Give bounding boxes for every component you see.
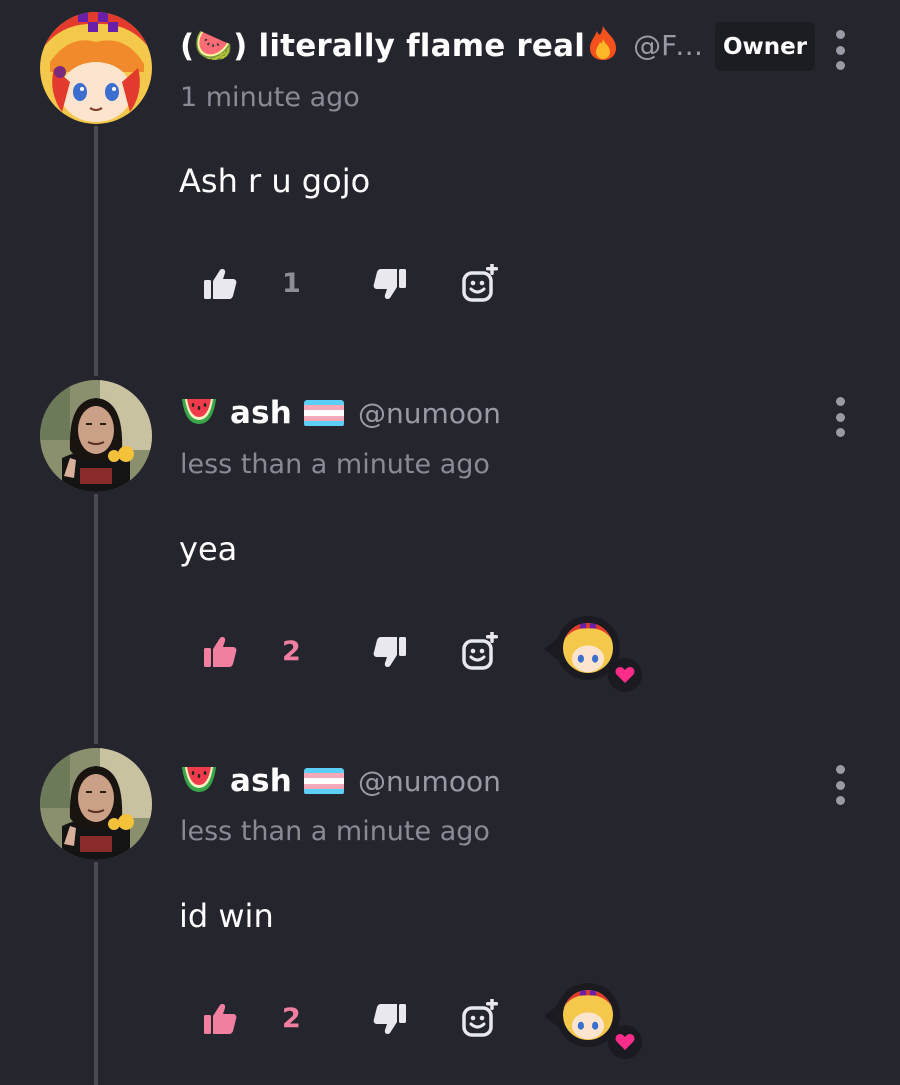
add-reaction-button[interactable] [458,630,502,674]
like-count: 2 [282,636,301,667]
comment-timestamp: less than a minute ago [180,449,490,480]
like-button[interactable] [200,262,240,306]
thumbs-up-icon [204,269,237,299]
owner-heart-reaction[interactable] [544,616,642,692]
author-name[interactable]: ash [230,763,292,799]
add-reaction-button[interactable] [458,262,502,306]
thumbs-up-icon [204,637,237,667]
add-emoji-icon [462,264,498,302]
photo-avatar-icon [40,748,152,860]
comment-thread: (🍉) literally flame real @Fre… Owner 1 m… [0,0,900,1085]
like-button[interactable] [200,630,240,674]
fire-icon [587,25,619,65]
comment-text: id win [179,897,274,935]
comment-header: (🍉) literally flame real @Fre… [180,20,705,70]
comment-text: yea [179,530,238,568]
owner-heart-reaction[interactable] [544,983,642,1059]
author-handle[interactable]: @numoon [358,397,501,430]
avatar[interactable] [40,12,152,124]
thread-line [94,126,98,376]
watermelon-icon [180,764,218,798]
trans-flag-icon [304,399,345,427]
comment-header: ash @numoon [180,756,780,806]
add-emoji-icon [462,999,498,1037]
avatar[interactable] [40,748,152,860]
dislike-button[interactable] [370,262,410,306]
comment-text: Ash r u gojo [179,162,371,200]
photo-avatar-icon [40,380,152,492]
anime-avatar-icon [40,12,152,124]
dislike-button[interactable] [370,630,410,674]
thumbs-down-icon [373,1004,406,1034]
author-handle[interactable]: @numoon [358,765,501,798]
watermelon-icon [180,396,218,430]
owner-badge: Owner [715,22,815,71]
comment-timestamp: 1 minute ago [180,82,360,113]
add-emoji-icon [462,632,498,670]
comment-timestamp: less than a minute ago [180,816,490,847]
comment-header: ash @numoon [180,388,780,438]
like-button[interactable] [200,997,240,1041]
trans-flag-icon [304,767,345,795]
thumbs-up-icon [204,1004,237,1034]
more-options-button[interactable] [827,765,853,805]
thread-line [94,494,98,744]
more-options-button[interactable] [827,30,853,70]
author-name[interactable]: ash [230,395,292,431]
more-options-button[interactable] [827,397,853,437]
reactor-avatar [563,623,613,673]
heart-icon [608,658,642,692]
reactor-avatar [563,990,613,1040]
author-handle[interactable]: @Fre… [633,29,705,62]
thread-line [94,862,98,1085]
author-name[interactable]: (🍉) literally flame real [180,27,585,64]
heart-icon [608,1025,642,1059]
like-count: 1 [282,268,301,299]
thumbs-down-icon [373,637,406,667]
avatar[interactable] [40,380,152,492]
like-count: 2 [282,1003,301,1034]
add-reaction-button[interactable] [458,997,502,1041]
dislike-button[interactable] [370,997,410,1041]
thumbs-down-icon [373,269,406,299]
